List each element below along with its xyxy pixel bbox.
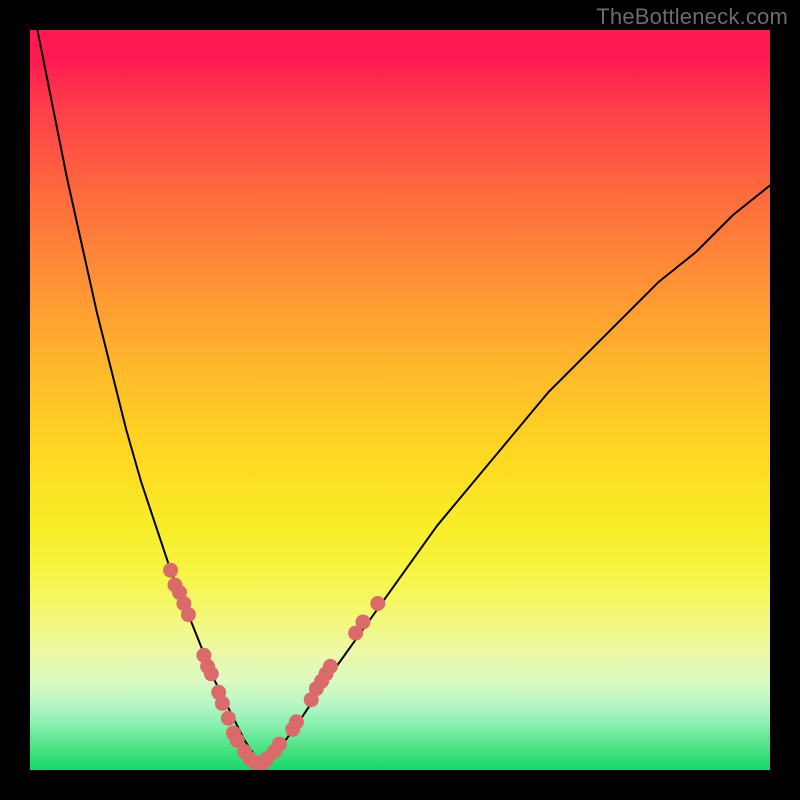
chart-marker	[323, 659, 337, 673]
chart-frame: TheBottleneck.com	[0, 0, 800, 800]
chart-marker	[181, 608, 195, 622]
chart-markers	[164, 563, 385, 769]
watermark-text: TheBottleneck.com	[596, 4, 788, 30]
chart-marker	[356, 615, 370, 629]
chart-svg	[30, 30, 770, 770]
chart-marker	[215, 696, 229, 710]
bottleneck-curve	[37, 30, 770, 763]
chart-plot-area	[30, 30, 770, 770]
chart-marker	[371, 597, 385, 611]
chart-marker	[204, 667, 218, 681]
chart-marker	[289, 715, 303, 729]
chart-marker	[272, 737, 286, 751]
chart-marker	[164, 563, 178, 577]
chart-marker	[221, 711, 235, 725]
